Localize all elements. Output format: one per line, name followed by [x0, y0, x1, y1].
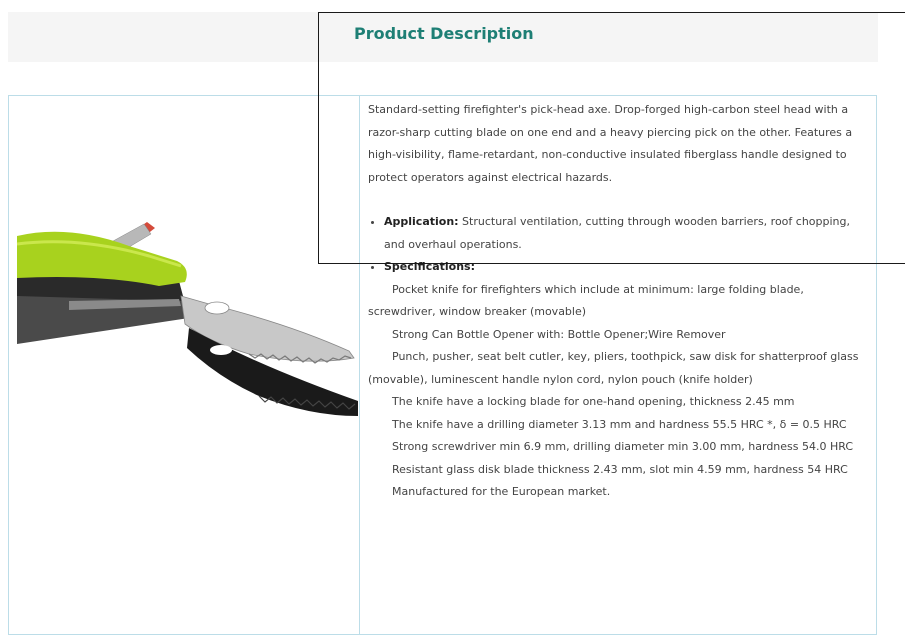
spec-line: The knife have a drilling diameter 3.13 … [392, 417, 847, 431]
blade-thumb-hole [204, 301, 230, 315]
column-divider [359, 95, 360, 635]
saw-thumb-hole [210, 345, 232, 355]
spec-line: The knife have a locking blade for one-h… [392, 395, 795, 408]
list-item-application: Application: Structural ventilation, cut… [384, 211, 873, 256]
specifications-list: Pocket knife for firefighters which incl… [368, 279, 873, 504]
spec-line: Manufactured for the European market. [392, 485, 611, 498]
spec-line: Pocket knife for firefighters which incl… [368, 282, 804, 319]
spec-line: Strong Can Bottle Opener with: Bottle Op… [392, 327, 726, 341]
spec-line: Strong screwdriver min 6.9 mm, drilling … [392, 440, 854, 453]
product-description-text: Standard-setting firefighter's pick-head… [368, 99, 873, 504]
pocket-knife-illustration [16, 222, 358, 416]
specifications-label: Specifications: [384, 260, 476, 273]
spec-line: Resistant glass disk blade thickness 2.4… [392, 462, 848, 476]
product-image [9, 96, 358, 526]
spec-line: Punch, pusher, seat belt cutler, key, pl… [368, 350, 859, 386]
section-title: Product Description [354, 24, 534, 43]
description-intro: Standard-setting firefighter's pick-head… [368, 103, 853, 184]
list-item-specifications: Specifications: [384, 256, 873, 279]
application-label: Application: [384, 215, 459, 228]
description-list: Application: Structural ventilation, cut… [368, 211, 873, 279]
